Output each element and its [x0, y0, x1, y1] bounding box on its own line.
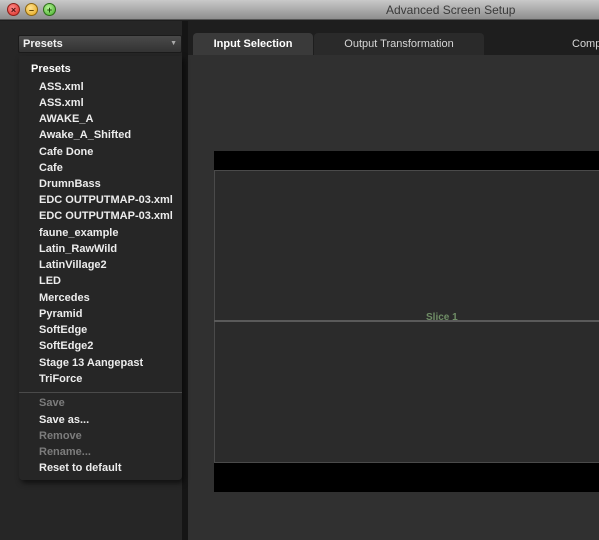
- menu-item-preset[interactable]: DrumnBass: [39, 176, 101, 192]
- menu-separator: [19, 392, 182, 393]
- menu-item-preset[interactable]: Pyramid: [39, 306, 82, 322]
- menu-item-preset[interactable]: LatinVillage2: [39, 257, 107, 273]
- presets-menu: Presets ASS.xml ASS.xml AWAKE_A Awake_A_…: [19, 56, 182, 480]
- menu-item-preset[interactable]: Mercedes: [39, 290, 90, 306]
- window-title: Advanced Screen Setup: [386, 3, 516, 17]
- menu-item-preset[interactable]: ASS.xml: [39, 95, 84, 111]
- close-window-button[interactable]: ×: [7, 3, 20, 16]
- canvas-bottom-bar: [214, 463, 599, 492]
- tab-comp[interactable]: Comp: [560, 33, 599, 55]
- presets-dropdown-label: Presets: [23, 38, 63, 50]
- menu-item-preset[interactable]: SoftEdge: [39, 322, 87, 338]
- chevron-down-icon: ▼: [170, 40, 177, 47]
- tab-input-selection[interactable]: Input Selection: [193, 33, 313, 55]
- slice-boundary[interactable]: [214, 320, 599, 322]
- input-canvas[interactable]: [214, 170, 599, 463]
- minimize-window-button[interactable]: –: [25, 3, 38, 16]
- menu-item-preset[interactable]: Cafe: [39, 160, 63, 176]
- menu-item-preset[interactable]: Awake_A_Shifted: [39, 127, 131, 143]
- menu-item-preset[interactable]: AWAKE_A: [39, 111, 93, 127]
- menu-item-preset[interactable]: ASS.xml: [39, 79, 84, 95]
- menu-item-preset[interactable]: LED: [39, 273, 61, 289]
- menu-item-reset-to-default[interactable]: Reset to default: [39, 460, 122, 476]
- menu-item-save: Save: [39, 397, 65, 409]
- zoom-window-button[interactable]: +: [43, 3, 56, 16]
- title-bar: × – + Advanced Screen Setup: [0, 0, 599, 20]
- menu-item-preset[interactable]: TriForce: [39, 371, 82, 387]
- presets-menu-header: Presets: [31, 63, 71, 75]
- presets-dropdown[interactable]: Presets ▼: [18, 35, 182, 53]
- tab-output-transformation[interactable]: Output Transformation: [314, 33, 484, 55]
- canvas-top-bar: [214, 151, 599, 170]
- menu-item-save-as[interactable]: Save as...: [39, 412, 89, 428]
- menu-item-preset[interactable]: EDC OUTPUTMAP-03.xml: [39, 208, 173, 224]
- menu-item-remove: Remove: [39, 430, 82, 442]
- menu-item-rename: Rename...: [39, 446, 91, 458]
- menu-item-preset[interactable]: Stage 13 Aangepast: [39, 355, 143, 371]
- menu-item-preset[interactable]: Cafe Done: [39, 144, 93, 160]
- menu-item-preset[interactable]: EDC OUTPUTMAP-03.xml: [39, 192, 173, 208]
- menu-item-preset[interactable]: faune_example: [39, 225, 118, 241]
- slice-label: Slice 1: [426, 312, 458, 323]
- menu-item-preset[interactable]: Latin_RawWild: [39, 241, 117, 257]
- menu-item-preset[interactable]: SoftEdge2: [39, 338, 93, 354]
